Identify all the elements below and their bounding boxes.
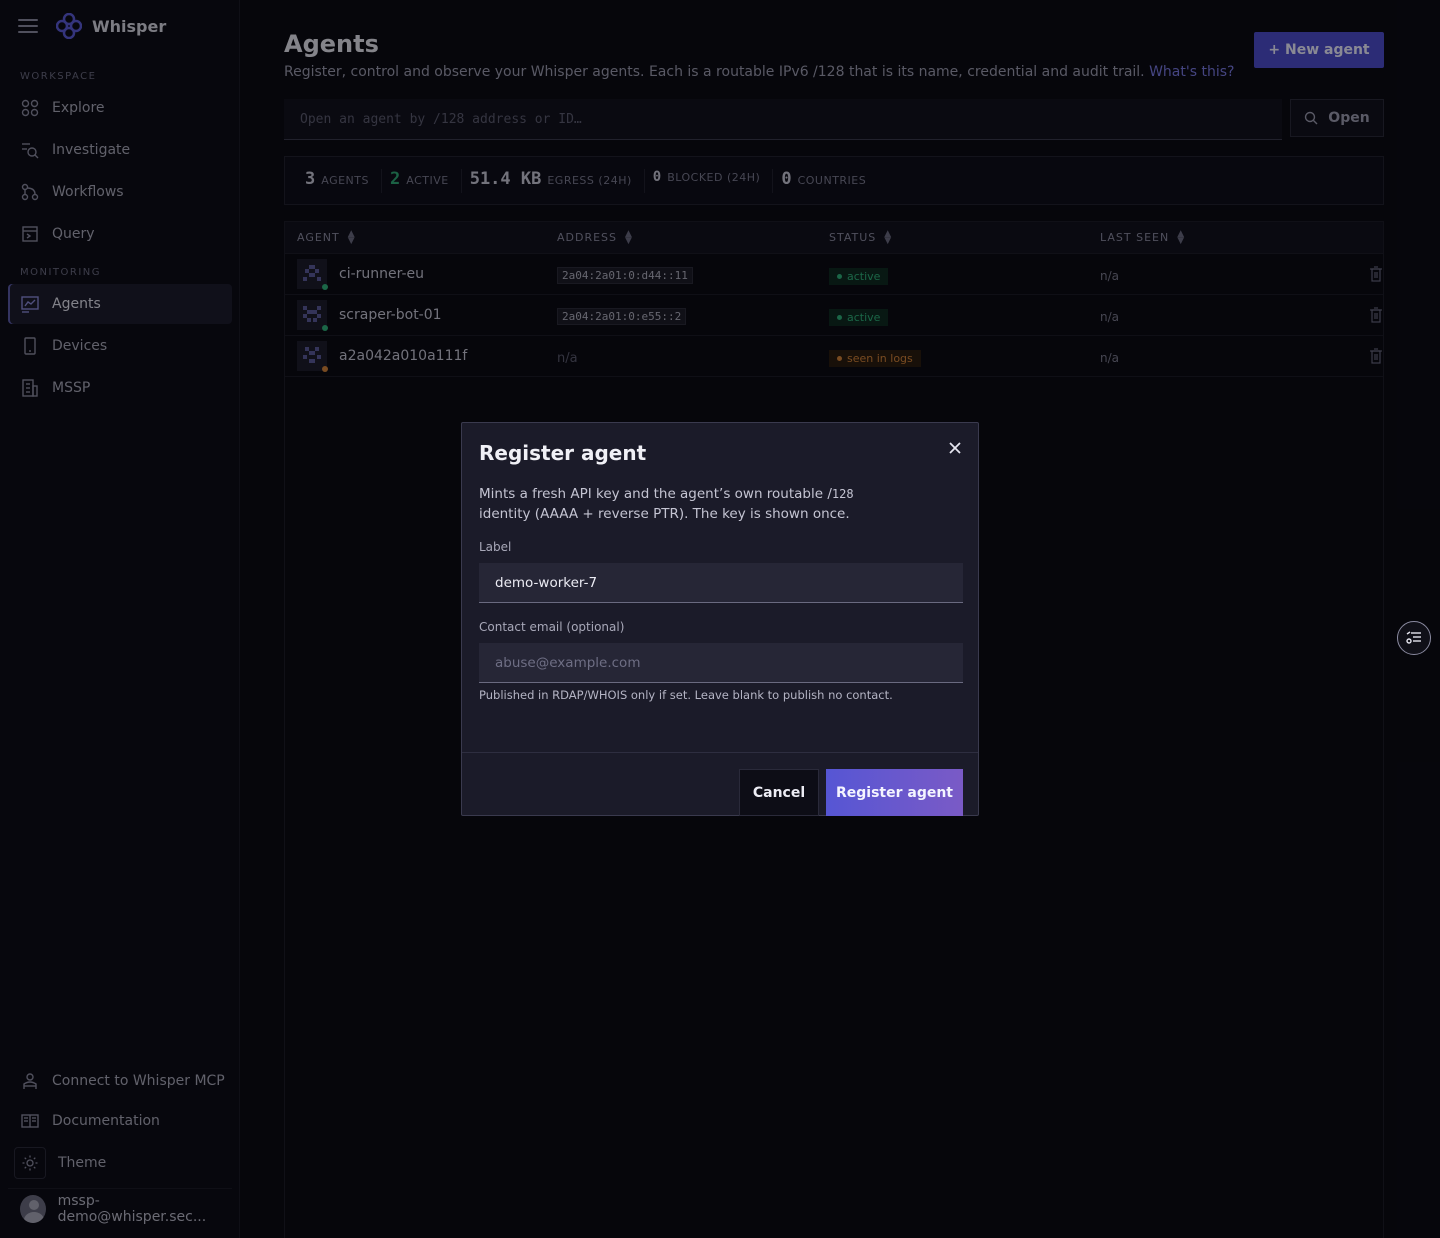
modal-title: Register agent xyxy=(479,441,647,465)
modal-desc-code: 128 xyxy=(831,487,854,501)
modal-desc-part2: identity (AAAA + reverse PTR). The key i… xyxy=(479,506,850,522)
label-field-label: Label xyxy=(479,540,512,554)
list-filter-icon xyxy=(1406,631,1421,644)
modal-footer: Cancel Register agent xyxy=(462,752,978,816)
email-helper-text: Published in RDAP/WHOIS only if set. Lea… xyxy=(479,688,893,702)
email-field-label: Contact email (optional) xyxy=(479,620,625,634)
close-icon[interactable] xyxy=(946,439,964,457)
modal-desc-part1: Mints a fresh API key and the agent’s ow… xyxy=(479,486,832,502)
register-agent-dialog: Register agent Mints a fresh API key and… xyxy=(461,422,979,816)
modal-description: Mints a fresh API key and the agent’s ow… xyxy=(479,484,859,524)
label-input[interactable] xyxy=(479,563,963,603)
register-agent-button[interactable]: Register agent xyxy=(826,769,963,816)
side-panel-toggle[interactable] xyxy=(1397,621,1431,655)
contact-email-input[interactable] xyxy=(479,643,963,683)
cancel-button[interactable]: Cancel xyxy=(739,769,819,816)
